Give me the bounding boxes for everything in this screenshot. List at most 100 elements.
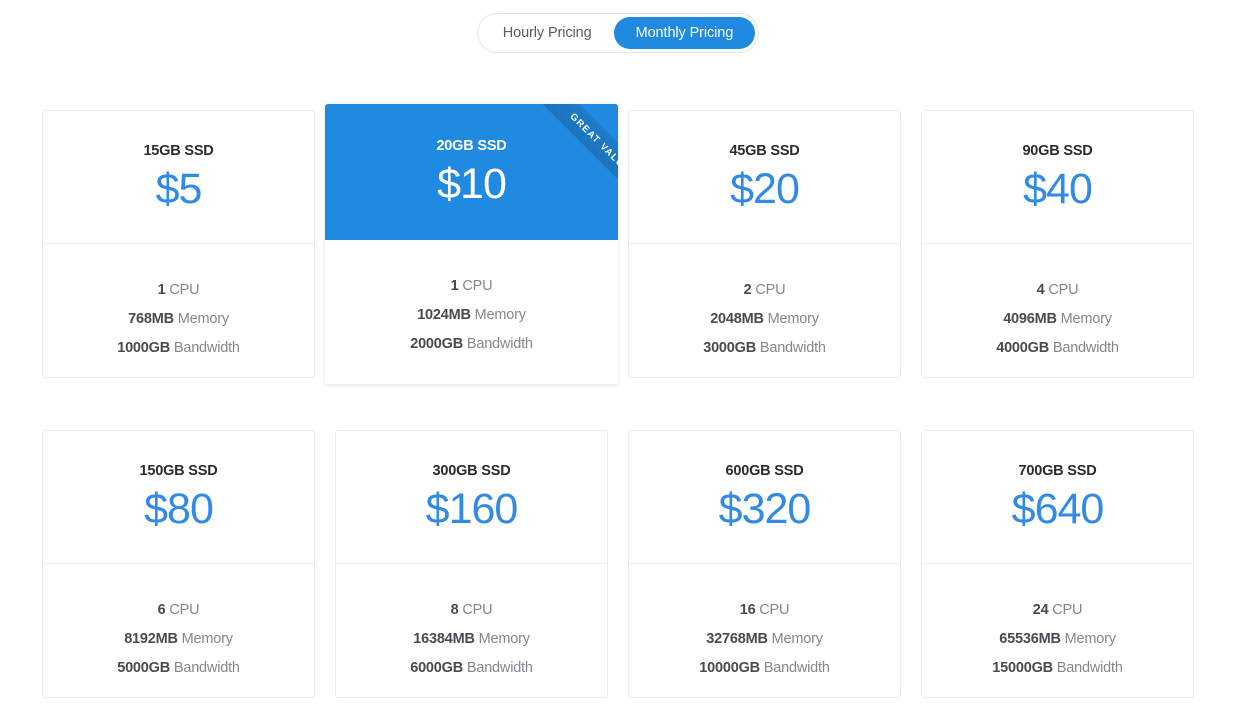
spec-cpu-value: 1 bbox=[157, 282, 166, 298]
plan-title: 700GB SSD bbox=[1018, 463, 1097, 479]
spec-bandwidth: 15000GB Bandwidth bbox=[992, 654, 1123, 683]
spec-cpu: 24 CPU bbox=[1033, 596, 1083, 625]
spec-bandwidth-value: 4000GB bbox=[996, 340, 1050, 356]
spec-bandwidth-label: Bandwidth bbox=[173, 660, 240, 676]
spec-cpu-label: CPU bbox=[1052, 602, 1083, 618]
pricing-card-specs: 24 CPU 65536MB Memory 15000GB Bandwidth bbox=[922, 564, 1193, 697]
plan-title: 20GB SSD bbox=[436, 138, 507, 154]
spec-cpu: 16 CPU bbox=[740, 596, 790, 625]
spec-memory-value: 16384MB bbox=[413, 631, 475, 647]
spec-bandwidth-label: Bandwidth bbox=[759, 340, 826, 356]
pricing-card[interactable]: 150GB SSD $80 6 CPU 8192MB Memory 5000GB Ban… bbox=[42, 430, 315, 698]
spec-bandwidth-label: Bandwidth bbox=[1052, 340, 1119, 356]
pricing-card[interactable]: 45GB SSD $20 2 CPU 2048MB Memory 3000GB Band… bbox=[628, 110, 901, 378]
spec-memory-value: 32768MB bbox=[706, 631, 768, 647]
pricing-card-header: 300GB SSD $160 bbox=[336, 431, 607, 564]
spec-bandwidth: 1000GB Bandwidth bbox=[117, 334, 240, 363]
pricing-card[interactable]: 300GB SSD $160 8 CPU 16384MB Memory 6000GB B… bbox=[335, 430, 608, 698]
spec-cpu: 4 CPU bbox=[1037, 276, 1079, 305]
plan-title: 150GB SSD bbox=[139, 463, 218, 479]
spec-cpu-value: 2 bbox=[743, 282, 752, 298]
spec-cpu-value: 1 bbox=[450, 278, 459, 294]
spec-bandwidth-value: 2000GB bbox=[410, 336, 464, 352]
spec-memory: 1024MB Memory bbox=[417, 301, 526, 330]
spec-cpu-label: CPU bbox=[759, 602, 790, 618]
spec-cpu-value: 4 bbox=[1036, 282, 1045, 298]
spec-memory-value: 1024MB bbox=[417, 307, 471, 323]
plan-price: $10 bbox=[437, 160, 507, 208]
plan-price: $160 bbox=[425, 485, 519, 533]
pricing-card[interactable]: 90GB SSD $40 4 CPU 4096MB Memory 4000GB Band… bbox=[921, 110, 1194, 378]
spec-memory: 32768MB Memory bbox=[706, 625, 823, 654]
pricing-card-specs: 6 CPU 8192MB Memory 5000GB Bandwidth bbox=[43, 564, 314, 697]
toggle-option-hourly[interactable]: Hourly Pricing bbox=[481, 17, 614, 49]
pricing-card-header: 90GB SSD $40 bbox=[922, 111, 1193, 244]
spec-memory-label: Memory bbox=[771, 631, 823, 647]
spec-cpu-value: 24 bbox=[1032, 602, 1049, 618]
spec-cpu: 1 CPU bbox=[158, 276, 200, 305]
plan-title: 600GB SSD bbox=[725, 463, 804, 479]
spec-cpu-label: CPU bbox=[169, 602, 200, 618]
spec-memory-value: 4096MB bbox=[1003, 311, 1057, 327]
spec-cpu-label: CPU bbox=[1048, 282, 1079, 298]
pricing-card-header: 150GB SSD $80 bbox=[43, 431, 314, 564]
spec-bandwidth-label: Bandwidth bbox=[466, 660, 533, 676]
pricing-card-header: 600GB SSD $320 bbox=[629, 431, 900, 564]
spec-bandwidth-value: 1000GB bbox=[117, 340, 171, 356]
plan-price: $5 bbox=[155, 165, 203, 213]
plan-title: 45GB SSD bbox=[729, 143, 800, 159]
spec-memory-value: 8192MB bbox=[124, 631, 178, 647]
spec-bandwidth-label: Bandwidth bbox=[1056, 660, 1123, 676]
spec-bandwidth-value: 3000GB bbox=[703, 340, 757, 356]
pricing-card[interactable]: 600GB SSD $320 16 CPU 32768MB Memory 10000GB… bbox=[628, 430, 901, 698]
spec-cpu: 8 CPU bbox=[451, 596, 493, 625]
pricing-card[interactable]: 15GB SSD $5 1 CPU 768MB Memory 1000GB Bandwi… bbox=[42, 110, 315, 378]
plan-price: $80 bbox=[144, 485, 214, 533]
pricing-card-specs: 8 CPU 16384MB Memory 6000GB Bandwidth bbox=[336, 564, 607, 697]
spec-memory-label: Memory bbox=[478, 631, 530, 647]
spec-cpu: 2 CPU bbox=[744, 276, 786, 305]
spec-bandwidth-value: 15000GB bbox=[992, 660, 1053, 676]
spec-memory-label: Memory bbox=[1064, 631, 1116, 647]
spec-memory: 2048MB Memory bbox=[710, 305, 819, 334]
spec-memory-label: Memory bbox=[767, 311, 819, 327]
pricing-card[interactable]: 20GB SSD $10 GREAT VALUE 1 CPU 1024MB Memory… bbox=[325, 104, 618, 384]
pricing-card-specs: 16 CPU 32768MB Memory 10000GB Bandwidth bbox=[629, 564, 900, 697]
pricing-card-specs: 4 CPU 4096MB Memory 4000GB Bandwidth bbox=[922, 244, 1193, 377]
toggle-option-monthly[interactable]: Monthly Pricing bbox=[613, 17, 756, 49]
spec-memory-value: 65536MB bbox=[999, 631, 1061, 647]
spec-bandwidth-value: 10000GB bbox=[699, 660, 760, 676]
spec-memory: 4096MB Memory bbox=[1003, 305, 1112, 334]
billing-period-toggle-container: Hourly Pricing Monthly Pricing bbox=[0, 13, 1236, 53]
spec-cpu-label: CPU bbox=[462, 278, 493, 294]
pricing-card-header: 700GB SSD $640 bbox=[922, 431, 1193, 564]
pricing-card[interactable]: 700GB SSD $640 24 CPU 65536MB Memory 15000GB… bbox=[921, 430, 1194, 698]
spec-cpu-label: CPU bbox=[462, 602, 493, 618]
spec-memory-label: Memory bbox=[474, 307, 526, 323]
pricing-card-specs: 2 CPU 2048MB Memory 3000GB Bandwidth bbox=[629, 244, 900, 377]
spec-cpu-label: CPU bbox=[755, 282, 786, 298]
plan-price: $640 bbox=[1011, 485, 1105, 533]
plan-price: $40 bbox=[1023, 165, 1093, 213]
spec-cpu: 6 CPU bbox=[158, 596, 200, 625]
ribbon-band: GREAT VALUE bbox=[516, 104, 618, 227]
plan-title: 300GB SSD bbox=[432, 463, 511, 479]
spec-bandwidth-label: Bandwidth bbox=[763, 660, 830, 676]
plan-price: $20 bbox=[730, 165, 800, 213]
spec-memory: 16384MB Memory bbox=[413, 625, 530, 654]
plan-title: 15GB SSD bbox=[143, 143, 214, 159]
spec-bandwidth-value: 5000GB bbox=[117, 660, 171, 676]
pricing-card-header: 20GB SSD $10 GREAT VALUE bbox=[325, 104, 618, 240]
spec-bandwidth: 3000GB Bandwidth bbox=[703, 334, 826, 363]
spec-bandwidth: 5000GB Bandwidth bbox=[117, 654, 240, 683]
spec-memory: 8192MB Memory bbox=[124, 625, 233, 654]
spec-cpu-value: 6 bbox=[157, 602, 166, 618]
plan-title: 90GB SSD bbox=[1022, 143, 1093, 159]
spec-memory: 768MB Memory bbox=[128, 305, 229, 334]
spec-cpu-label: CPU bbox=[169, 282, 200, 298]
spec-memory: 65536MB Memory bbox=[999, 625, 1116, 654]
billing-period-toggle[interactable]: Hourly Pricing Monthly Pricing bbox=[476, 13, 760, 53]
ribbon-label: GREAT VALUE bbox=[567, 110, 618, 176]
spec-memory-label: Memory bbox=[177, 311, 229, 327]
spec-bandwidth-value: 6000GB bbox=[410, 660, 464, 676]
